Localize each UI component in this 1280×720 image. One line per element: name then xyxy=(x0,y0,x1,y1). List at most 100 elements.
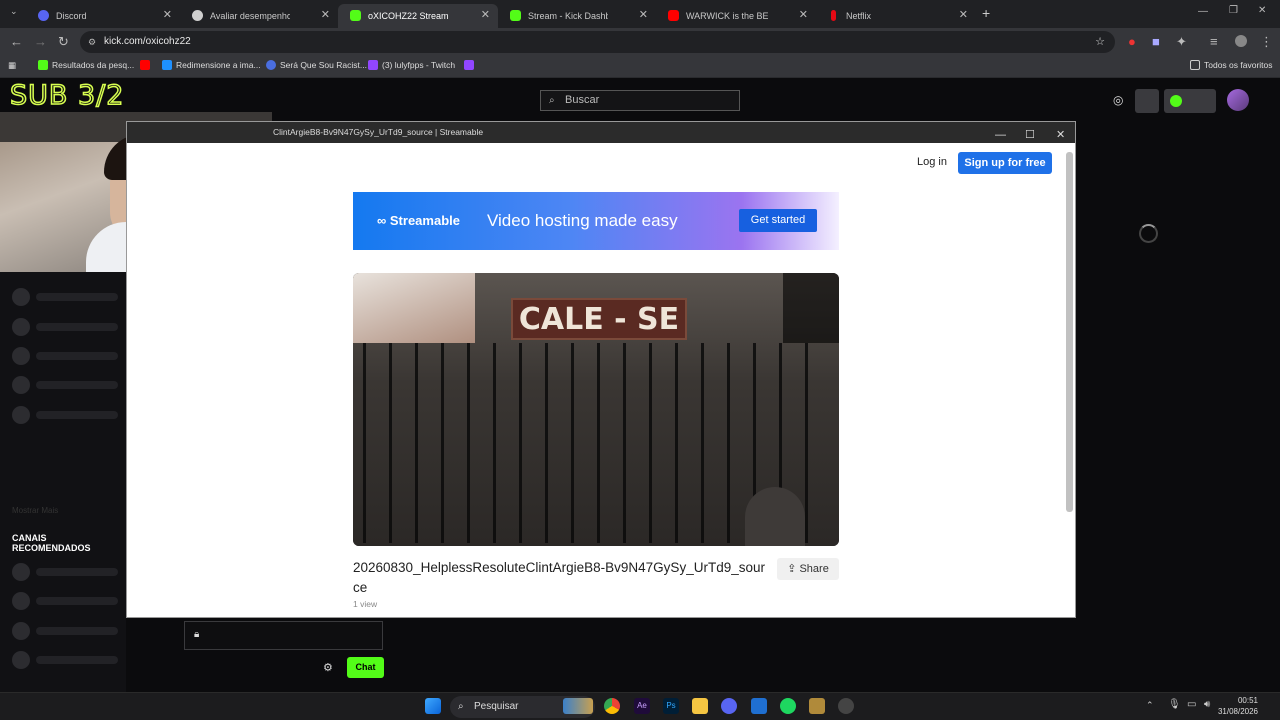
minimize-icon[interactable]: — xyxy=(1198,6,1208,17)
all-bookmarks[interactable]: Todos os favoritos xyxy=(1190,60,1273,70)
search-icon: ⌕ xyxy=(458,701,464,712)
close-tab-icon[interactable]: ✕ xyxy=(163,8,172,21)
close-tab-icon[interactable]: ✕ xyxy=(959,8,968,21)
twitch-icon xyxy=(368,60,378,70)
close-tab-icon[interactable]: ✕ xyxy=(481,8,490,21)
netflix-icon xyxy=(831,10,836,21)
login-button[interactable]: Log in xyxy=(917,156,947,168)
forward-icon[interactable]: → xyxy=(34,34,47,49)
profile-avatar[interactable] xyxy=(1235,35,1247,47)
spotify-icon[interactable] xyxy=(780,698,796,714)
chat-settings-icon[interactable]: ⚙ xyxy=(323,661,333,674)
file-explorer-icon[interactable] xyxy=(692,698,708,714)
tab-list-icon[interactable]: ⌄ xyxy=(10,6,18,17)
after-effects-icon[interactable]: Ae xyxy=(634,698,650,714)
search-icon: ⌕ xyxy=(549,95,555,106)
bookmark-item[interactable] xyxy=(140,60,154,70)
video-person xyxy=(745,487,805,546)
streamable-window: ClintArgieB8-Bv9N47GySy_UrTd9_source | S… xyxy=(126,121,1076,618)
taskbar-clock[interactable]: 00:51 31/08/2026 xyxy=(1218,695,1258,717)
url-input[interactable]: ⚙ kick.com/oxicohz22 ☆ xyxy=(80,31,1115,53)
obs-icon[interactable] xyxy=(838,698,854,714)
kick-search-input[interactable]: ⌕ Buscar xyxy=(540,90,740,111)
tab-discord[interactable]: Discord ✕ xyxy=(26,4,180,28)
kick-coin-icon xyxy=(1170,95,1182,107)
chat-input[interactable]: 🔒︎ xyxy=(184,621,383,650)
show-more-link[interactable]: Mostrar Mais xyxy=(12,506,58,515)
user-avatar[interactable] xyxy=(1227,89,1249,111)
extension-icon[interactable]: ■ xyxy=(1152,34,1160,49)
streamable-banner[interactable]: ∞ Streamable Video hosting made easy Get… xyxy=(353,192,839,250)
tab-avaliar[interactable]: Avaliar desempenho no jogo ✕ xyxy=(180,4,338,28)
header-kicks-button[interactable] xyxy=(1164,89,1216,113)
tab-bar: ⌄ Discord ✕ Avaliar desempenho no jogo ✕… xyxy=(0,0,1280,28)
windows-start-icon[interactable] xyxy=(425,698,441,714)
recommended-channels-title: CANAIS RECOMENDADOS xyxy=(12,533,91,553)
back-icon[interactable]: ← xyxy=(10,34,23,49)
bookmark-item[interactable]: Redimensione a ima... xyxy=(162,60,261,70)
reload-icon[interactable]: ↻ xyxy=(58,34,69,50)
resize-icon xyxy=(162,60,172,70)
sidebar-skeleton-row xyxy=(12,347,122,365)
bookmark-item[interactable]: (3) lulyfpps - Twitch xyxy=(368,60,455,70)
header-button[interactable] xyxy=(1135,89,1159,113)
league-icon[interactable] xyxy=(809,698,825,714)
sub-goal-overlay: SUB 3/2 xyxy=(9,79,125,112)
youtube-icon xyxy=(668,10,679,21)
notifications-icon[interactable]: ◎ xyxy=(1113,93,1123,107)
scrollbar[interactable] xyxy=(1066,146,1073,616)
tab-youtube[interactable]: WARWICK is the BEST low elo / ✕ xyxy=(656,4,816,28)
microphone-icon[interactable]: 🎙︎ xyxy=(1168,699,1181,710)
app-icon[interactable] xyxy=(751,698,767,714)
close-tab-icon[interactable]: ✕ xyxy=(799,8,808,21)
extension-icon[interactable]: ● xyxy=(1128,34,1136,49)
bookmark-item[interactable]: Resultados da pesq... xyxy=(38,60,134,70)
tab-kick-dashboard[interactable]: Stream - Kick Dashboard ✕ xyxy=(498,4,656,28)
photoshop-icon[interactable]: Ps xyxy=(663,698,679,714)
infinity-icon: ∞ xyxy=(377,213,390,228)
site-info-icon[interactable]: ⚙ xyxy=(88,31,96,53)
bookmark-item[interactable] xyxy=(464,60,478,70)
apps-grid-icon[interactable]: ▦ xyxy=(8,60,16,71)
chat-send-button[interactable]: Chat xyxy=(347,657,384,678)
video-title: 20260830_HelplessResoluteClintArgieB8-Bv… xyxy=(353,560,765,595)
window-title: ClintArgieB8-Bv9N47GySy_UrTd9_source | S… xyxy=(273,127,484,137)
video-player[interactable]: CALE - SE xyxy=(353,273,839,546)
close-window-icon[interactable]: ✕ xyxy=(1056,125,1065,146)
chrome-icon[interactable] xyxy=(604,698,620,714)
extensions-puzzle-icon[interactable]: ✦ xyxy=(1176,34,1187,50)
loading-spinner-icon xyxy=(1139,224,1158,243)
close-tab-icon[interactable]: ✕ xyxy=(639,8,648,21)
search-highlight-icon xyxy=(563,698,593,714)
discord-icon[interactable] xyxy=(721,698,737,714)
clock-time: 00:51 xyxy=(1237,696,1258,705)
bookmark-item[interactable]: Será Que Sou Racist... xyxy=(266,60,367,70)
new-tab-icon[interactable]: + xyxy=(982,5,990,21)
tray-chevron-icon[interactable]: ⌃ xyxy=(1146,700,1154,711)
page-icon xyxy=(192,10,203,21)
maximize-icon[interactable]: ☐ xyxy=(1025,125,1035,146)
signup-button[interactable]: Sign up for free xyxy=(958,152,1052,174)
sidebar-skeleton-row xyxy=(12,376,122,394)
minimize-icon[interactable]: — xyxy=(995,125,1006,146)
menu-icon[interactable]: ⋮ xyxy=(1260,34,1273,50)
get-started-button[interactable]: Get started xyxy=(739,209,817,232)
close-tab-icon[interactable]: ✕ xyxy=(321,8,330,21)
maximize-icon[interactable]: ❐ xyxy=(1229,5,1238,16)
windows-taskbar: ⌕ Pesquisar Ae Ps ⌃ 🎙︎ ▭ 🔊︎ 00:51 31/08/… xyxy=(0,692,1280,720)
folder-icon xyxy=(1190,60,1200,70)
network-icon[interactable]: ▭ xyxy=(1187,699,1196,710)
tab-kick-stream[interactable]: oXICOHZ22 Stream - Watch Live ✕ xyxy=(338,4,498,28)
lock-icon: 🔒︎ xyxy=(194,629,200,640)
bookmarks-bar: ▦ Resultados da pesq... Redimensione a i… xyxy=(0,56,1280,78)
tab-netflix[interactable]: Netflix ✕ xyxy=(816,4,976,28)
streamable-logo: ∞ Streamable xyxy=(377,213,460,228)
share-button[interactable]: ⇪ Share xyxy=(777,558,839,580)
scrollbar-thumb[interactable] xyxy=(1066,152,1073,512)
volume-icon[interactable]: 🔊︎ xyxy=(1204,699,1210,710)
bookmark-star-icon[interactable]: ☆ xyxy=(1095,31,1105,53)
close-window-icon[interactable]: ✕ xyxy=(1258,5,1266,16)
reading-list-icon[interactable]: ≡ xyxy=(1210,34,1218,49)
window-title-bar[interactable]: ClintArgieB8-Bv9N47GySy_UrTd9_source | S… xyxy=(127,122,1075,143)
tab-title: Netflix xyxy=(846,11,872,21)
